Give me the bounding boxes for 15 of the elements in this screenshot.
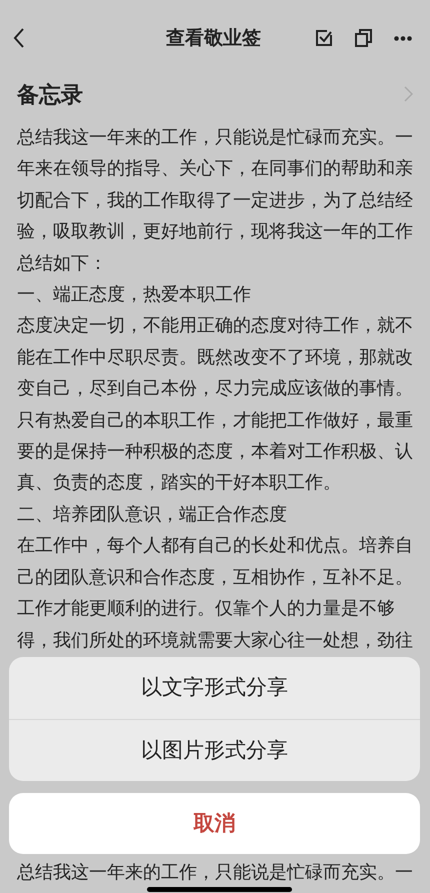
page-title: 查看敬业签 [166, 26, 261, 51]
cancel-button[interactable]: 取消 [9, 793, 420, 854]
note-paragraph: 在工作中，每个人都有自己的长处和优点。培养自己的团队意识和合作态度，互相协作，互补不足。工作才能更顺利的进行。仅靠个人的力量是不够得，我们所处的环境就需要大家心往一处想，劲往 [17, 534, 413, 652]
note-text: 总结我这一年来的工作，只能说是忙碌而充实。一 [17, 861, 414, 884]
note-paragraph: 二、培养团队意识，端正合作态度 [17, 502, 288, 526]
note-paragraph: 总结我这一年来的工作，只能说是忙碌而充实。一年来在领导的指导、关心下，在同事们的帮助和亲切配合下，我的工作取得了一定进步，为了总结经验，吸取教训，更好地前行，现将我这一年的工作总结如下： [17, 126, 413, 275]
share-option[interactable]: 以文字形式分享 [9, 657, 420, 719]
share-option[interactable]: 以图片形式分享 [9, 719, 420, 781]
note-paragraph: 态度决定一切，不能用正确的态度对待工作，就不能在工作中尽职尽责。既然改变不了环境，那就改变自己，尽到自己本份，尽力完成应该做的事情。只有热爱自己的本职工作，才能把工作做好，最重要的是保持一种积极的态度，本着对工作积极、认真、负责的态度，踏实的干好本职工作。 [17, 314, 413, 494]
checkbox-icon[interactable] [315, 29, 333, 47]
back-icon[interactable] [12, 27, 26, 49]
more-icon[interactable] [394, 36, 412, 40]
copy-icon[interactable] [355, 29, 372, 47]
note-paragraph: 一、端正态度，热爱本职工作 [17, 283, 252, 306]
note-heading: 备忘录 [17, 80, 83, 108]
